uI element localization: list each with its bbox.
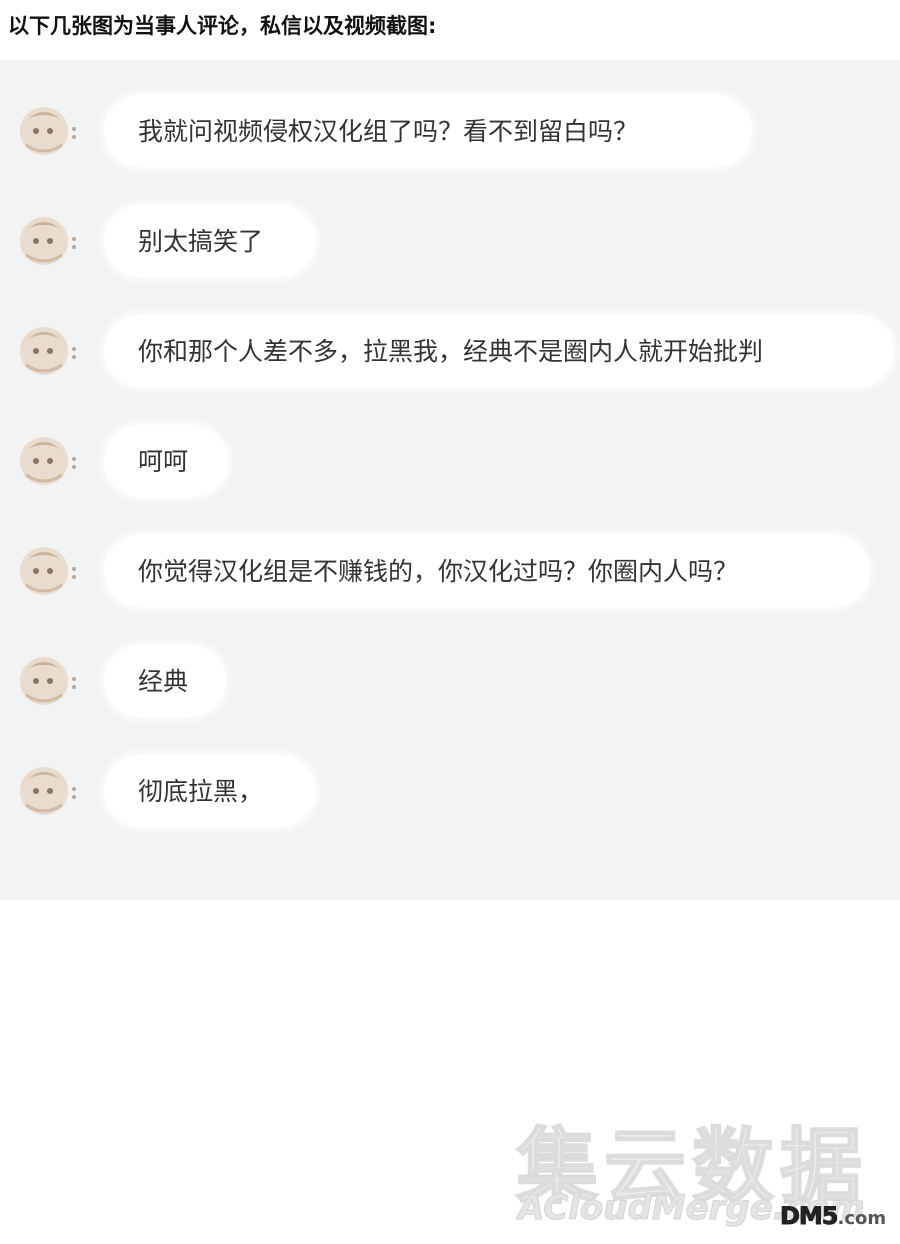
logo-main: DM5 bbox=[780, 1202, 839, 1231]
site-logo: DM5.com bbox=[780, 1202, 887, 1231]
header: 以下几张图为当事人评论，私信以及视频截图: bbox=[0, 0, 900, 60]
message-row: 你觉得汉化组是不赚钱的，你汉化过吗？你圈内人吗？ bbox=[0, 535, 900, 615]
message-bubble: 我就问视频侵权汉化组了吗？看不到留白吗？ bbox=[104, 95, 752, 167]
message-text: 你和那个人差不多，拉黑我，经典不是圈内人就开始批判 bbox=[138, 337, 764, 366]
avatar-icon[interactable] bbox=[18, 761, 80, 823]
message-bubble: 呵呵 bbox=[104, 425, 228, 497]
chat-panel: 我就问视频侵权汉化组了吗？看不到留白吗？ 别太搞笑了 你和那个人差不多，拉黑我，… bbox=[0, 60, 900, 900]
message-row: 呵呵 bbox=[0, 425, 900, 505]
message-row: 别太搞笑了 bbox=[0, 205, 900, 285]
message-row: 经典 bbox=[0, 645, 900, 725]
message-text: 别太搞笑了 bbox=[138, 227, 264, 256]
avatar-icon[interactable] bbox=[18, 321, 80, 383]
message-text: 我就问视频侵权汉化组了吗？看不到留白吗？ bbox=[138, 117, 639, 146]
message-row: 你和那个人差不多，拉黑我，经典不是圈内人就开始批判 bbox=[0, 315, 900, 395]
message-bubble: 经典 bbox=[104, 645, 226, 717]
logo-suffix: .com bbox=[837, 1208, 887, 1229]
avatar-icon[interactable] bbox=[18, 651, 80, 713]
message-text: 呵呵 bbox=[138, 447, 189, 476]
page-title: 以下几张图为当事人评论，私信以及视频截图: bbox=[8, 14, 437, 38]
avatar-icon[interactable] bbox=[18, 211, 80, 273]
message-text: 你觉得汉化组是不赚钱的，你汉化过吗？你圈内人吗？ bbox=[138, 557, 739, 586]
message-bubble: 别太搞笑了 bbox=[104, 205, 316, 277]
avatar-icon[interactable] bbox=[18, 541, 80, 603]
message-bubble: 彻底拉黑， bbox=[104, 755, 316, 827]
message-bubble: 你和那个人差不多，拉黑我，经典不是圈内人就开始批判 bbox=[104, 315, 894, 387]
message-row: 彻底拉黑， bbox=[0, 755, 900, 835]
message-bubble: 你觉得汉化组是不赚钱的，你汉化过吗？你圈内人吗？ bbox=[104, 535, 870, 607]
message-row: 我就问视频侵权汉化组了吗？看不到留白吗？ bbox=[0, 95, 900, 175]
message-text: 彻底拉黑， bbox=[138, 777, 264, 806]
message-text: 经典 bbox=[138, 667, 189, 696]
avatar-icon[interactable] bbox=[18, 101, 80, 163]
avatar-icon[interactable] bbox=[18, 431, 80, 493]
